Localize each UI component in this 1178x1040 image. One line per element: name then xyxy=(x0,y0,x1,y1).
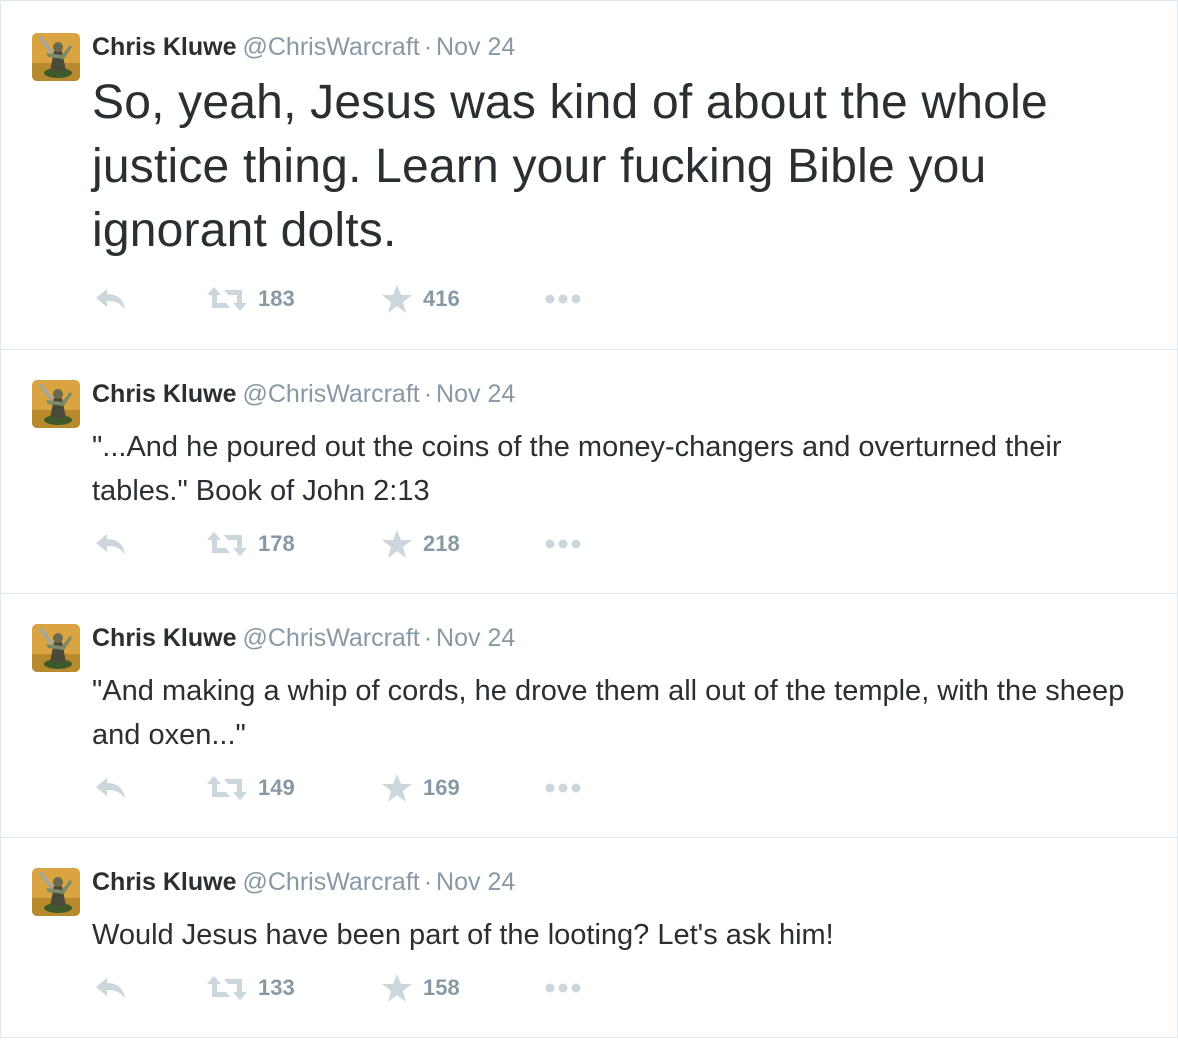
favorite-count: 218 xyxy=(423,531,460,556)
tweet-actions: 178 218 xyxy=(94,529,654,559)
tweet-timestamp[interactable]: Nov 24 xyxy=(436,380,515,408)
reply-icon xyxy=(94,531,128,557)
tweet-timestamp[interactable]: Nov 24 xyxy=(436,868,515,896)
author-name[interactable]: Chris Kluwe xyxy=(92,868,236,896)
reply-button[interactable] xyxy=(94,773,128,803)
more-button[interactable] xyxy=(543,284,583,314)
author-handle[interactable]: @ChrisWarcraft xyxy=(242,868,419,896)
separator: · xyxy=(423,868,433,896)
favorite-count: 416 xyxy=(423,286,460,311)
tweet-actions: 149 169 xyxy=(94,773,654,803)
avatar[interactable] xyxy=(32,33,80,81)
star-icon xyxy=(381,773,413,803)
reply-button[interactable] xyxy=(94,529,128,559)
avatar[interactable] xyxy=(32,624,80,672)
tweet-header: Chris Kluwe @ChrisWarcraft · Nov 24 xyxy=(92,379,515,409)
tweet[interactable]: Chris Kluwe @ChrisWarcraft · Nov 24 Would J… xyxy=(1,838,1177,1037)
author-handle[interactable]: @ChrisWarcraft xyxy=(242,33,419,61)
author-handle[interactable]: @ChrisWarcraft xyxy=(242,380,419,408)
retweet-button[interactable]: 133 xyxy=(206,973,295,1003)
reply-button[interactable] xyxy=(94,973,128,1003)
retweet-button[interactable]: 178 xyxy=(206,529,295,559)
tweet-actions: 183 416 xyxy=(94,284,654,314)
retweet-icon xyxy=(206,286,248,312)
favorite-button[interactable]: 218 xyxy=(381,529,460,559)
more-dots-icon xyxy=(543,293,583,305)
avatar[interactable] xyxy=(32,868,80,916)
more-dots-icon xyxy=(543,782,583,794)
tweet-timestamp[interactable]: Nov 24 xyxy=(436,624,515,652)
tweet[interactable]: Chris Kluwe @ChrisWarcraft · Nov 24 So, yea… xyxy=(1,1,1177,350)
author-handle[interactable]: @ChrisWarcraft xyxy=(242,624,419,652)
more-dots-icon xyxy=(543,538,583,550)
star-icon xyxy=(381,973,413,1003)
favorite-button[interactable]: 416 xyxy=(381,284,460,314)
more-button[interactable] xyxy=(543,973,583,1003)
more-button[interactable] xyxy=(543,773,583,803)
star-icon xyxy=(381,284,413,314)
more-dots-icon xyxy=(543,982,583,994)
tweet[interactable]: Chris Kluwe @ChrisWarcraft · Nov 24 "And ma… xyxy=(1,594,1177,838)
tweet-header: Chris Kluwe @ChrisWarcraft · Nov 24 xyxy=(92,32,515,62)
more-button[interactable] xyxy=(543,529,583,559)
retweet-count: 149 xyxy=(258,775,295,800)
tweet-text: So, yeah, Jesus was kind of about the wh… xyxy=(92,76,1048,257)
tweet-text: "And making a whip of cords, he drove th… xyxy=(92,675,1125,751)
tweet-timestamp[interactable]: Nov 24 xyxy=(436,33,515,61)
retweet-icon xyxy=(206,775,248,801)
retweet-button[interactable]: 149 xyxy=(206,773,295,803)
author-name[interactable]: Chris Kluwe xyxy=(92,624,236,652)
retweet-count: 133 xyxy=(258,975,295,1000)
author-name[interactable]: Chris Kluwe xyxy=(92,33,236,61)
avatar[interactable] xyxy=(32,380,80,428)
tweet-timeline: Chris Kluwe @ChrisWarcraft · Nov 24 So, yea… xyxy=(0,0,1178,1038)
retweet-count: 178 xyxy=(258,531,295,556)
favorite-count: 158 xyxy=(423,975,460,1000)
author-name[interactable]: Chris Kluwe xyxy=(92,380,236,408)
star-icon xyxy=(381,529,413,559)
tweet-text: Would Jesus have been part of the lootin… xyxy=(92,919,834,951)
reply-button[interactable] xyxy=(94,284,128,314)
retweet-icon xyxy=(206,531,248,557)
reply-icon xyxy=(94,975,128,1001)
retweet-count: 183 xyxy=(258,286,295,311)
tweet-actions: 133 158 xyxy=(94,973,654,1003)
separator: · xyxy=(423,624,433,652)
tweet-header: Chris Kluwe @ChrisWarcraft · Nov 24 xyxy=(92,867,515,897)
favorite-button[interactable]: 169 xyxy=(381,773,460,803)
retweet-button[interactable]: 183 xyxy=(206,284,295,314)
separator: · xyxy=(423,380,433,408)
tweet-header: Chris Kluwe @ChrisWarcraft · Nov 24 xyxy=(92,623,515,653)
reply-icon xyxy=(94,286,128,312)
reply-icon xyxy=(94,775,128,801)
retweet-icon xyxy=(206,975,248,1001)
tweet[interactable]: Chris Kluwe @ChrisWarcraft · Nov 24 "...And… xyxy=(1,350,1177,594)
favorite-button[interactable]: 158 xyxy=(381,973,460,1003)
favorite-count: 169 xyxy=(423,775,460,800)
tweet-text: "...And he poured out the coins of the m… xyxy=(92,431,1062,507)
separator: · xyxy=(423,33,433,61)
